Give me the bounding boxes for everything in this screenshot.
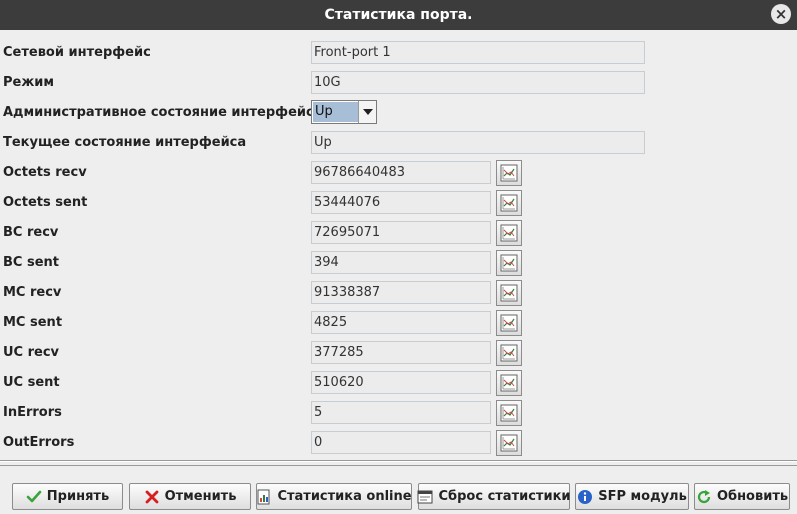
octets-sent-graph-button[interactable] [496, 190, 522, 216]
row-in-errors: InErrors 5 [0, 398, 797, 428]
counter-label: UC recv [3, 345, 60, 360]
counter-label: Octets sent [3, 195, 88, 210]
network-interface-field: Front-port 1 [311, 41, 645, 64]
title-bar: Статистика порта. × [0, 0, 797, 30]
bc-recv-graph-button[interactable] [496, 220, 522, 246]
counter-value-field: 394 [311, 251, 491, 274]
mode-field: 10G [311, 71, 645, 94]
row-mc-sent: MC sent 4825 [0, 308, 797, 338]
accept-button-label: Принять [46, 489, 110, 504]
counter-label: MC sent [3, 315, 63, 330]
close-icon[interactable]: × [771, 4, 791, 24]
mode-label: Режим [3, 75, 55, 90]
sfp-module-button[interactable]: SFP модуль [575, 483, 689, 510]
reset-statistics-button[interactable]: Сброс статистики [417, 483, 571, 510]
row-octets-recv: Octets recv 96786640483 [0, 158, 797, 188]
row-octets-sent: Octets sent 53444076 [0, 188, 797, 218]
reset-statistics-label: Сброс статистики [438, 489, 571, 504]
refresh-button-label: Обновить [716, 489, 789, 504]
bc-sent-graph-button[interactable] [496, 250, 522, 276]
chart-icon [500, 374, 518, 392]
row-uc-recv: UC recv 377285 [0, 338, 797, 368]
footer-divider-lower [0, 465, 797, 466]
window-reset-icon [417, 489, 433, 505]
counter-value-field: 377285 [311, 341, 491, 364]
admin-state-label: Административное состояние интерфейса [3, 105, 323, 120]
admin-state-selected-value: Up [313, 102, 358, 122]
counter-label: InErrors [3, 405, 62, 420]
counter-value-field: 510620 [311, 371, 491, 394]
counter-value-field: 72695071 [311, 221, 491, 244]
current-state-field: Up [311, 131, 645, 154]
counter-label: MC recv [3, 285, 62, 300]
mc-recv-graph-button[interactable] [496, 280, 522, 306]
row-out-errors: OutErrors 0 [0, 428, 797, 458]
chart-icon [500, 194, 518, 212]
online-statistics-button[interactable]: Статистика online [256, 483, 412, 510]
counter-value-field: 53444076 [311, 191, 491, 214]
chart-icon [500, 254, 518, 272]
row-admin-state: Административное состояние интерфейса Up [0, 98, 797, 128]
uc-recv-graph-button[interactable] [496, 340, 522, 366]
counter-label: OutErrors [3, 435, 75, 450]
counter-label: BC sent [3, 255, 59, 270]
chart-icon [500, 224, 518, 242]
chart-icon [500, 434, 518, 452]
online-statistics-label: Статистика online [277, 489, 412, 504]
cancel-button-label: Отменить [164, 489, 237, 504]
row-bc-sent: BC sent 394 [0, 248, 797, 278]
counter-label: Octets recv [3, 165, 87, 180]
info-icon [577, 489, 593, 505]
row-bc-recv: BC recv 72695071 [0, 218, 797, 248]
chart-icon [500, 404, 518, 422]
port-statistics-dialog: Статистика порта. × Сетевой интерфейс Fr… [0, 0, 797, 514]
row-network-interface: Сетевой интерфейс Front-port 1 [0, 38, 797, 68]
sfp-module-label: SFP модуль [598, 489, 687, 504]
uc-sent-graph-button[interactable] [496, 370, 522, 396]
mc-sent-graph-button[interactable] [496, 310, 522, 336]
out-errors-graph-button[interactable] [496, 430, 522, 456]
document-chart-icon [256, 489, 272, 505]
footer-divider-highlight [0, 461, 797, 462]
row-current-state: Текущее состояние интерфейса Up [0, 128, 797, 158]
chevron-down-icon[interactable] [358, 101, 376, 123]
counter-value-field: 91338387 [311, 281, 491, 304]
refresh-icon [696, 489, 712, 505]
chart-icon [500, 284, 518, 302]
counter-value-field: 96786640483 [311, 161, 491, 184]
counter-value-field: 4825 [311, 311, 491, 334]
chart-icon [500, 344, 518, 362]
accept-button[interactable]: Принять [12, 483, 123, 510]
refresh-button[interactable]: Обновить [694, 483, 790, 510]
row-mode: Режим 10G [0, 68, 797, 98]
checkmark-icon [26, 489, 42, 505]
cancel-button[interactable]: Отменить [129, 483, 251, 510]
counter-value-field: 5 [311, 401, 491, 424]
current-state-label: Текущее состояние интерфейса [3, 135, 247, 150]
chart-icon [500, 314, 518, 332]
network-interface-label: Сетевой интерфейс [3, 45, 151, 60]
chart-icon [500, 164, 518, 182]
row-uc-sent: UC sent 510620 [0, 368, 797, 398]
window-title: Статистика порта. [324, 7, 473, 23]
in-errors-graph-button[interactable] [496, 400, 522, 426]
counter-label: UC sent [3, 375, 60, 390]
counter-label: BC recv [3, 225, 59, 240]
cross-icon [144, 489, 160, 505]
row-mc-recv: MC recv 91338387 [0, 278, 797, 308]
admin-state-select[interactable]: Up [311, 100, 377, 124]
octets-recv-graph-button[interactable] [496, 160, 522, 186]
counter-value-field: 0 [311, 431, 491, 454]
